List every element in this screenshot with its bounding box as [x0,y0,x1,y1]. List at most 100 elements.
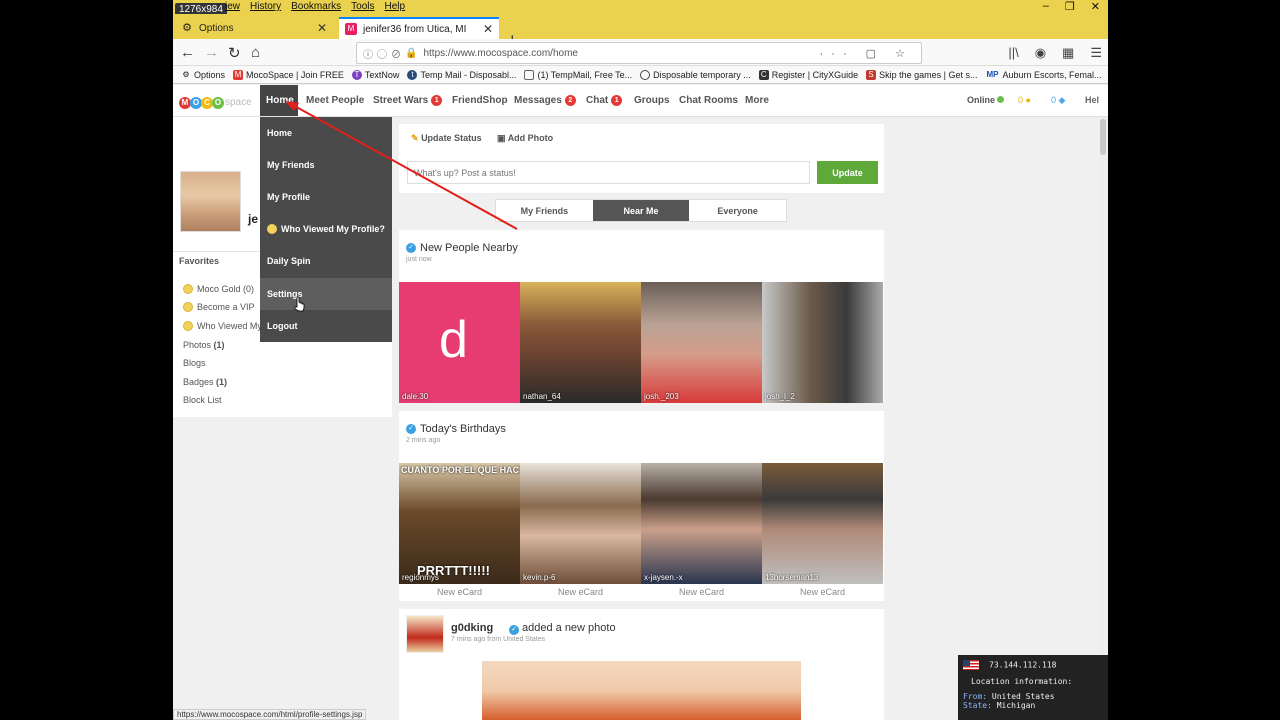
menu-item-home[interactable]: Home [260,117,392,149]
address-bar[interactable]: ⓘ◯⊘ 🔒 https://www.mocospace.com/home ···… [356,42,922,64]
forward-icon[interactable]: → [204,44,219,61]
avatar[interactable] [180,171,241,232]
menu-item-logout[interactable]: Logout [260,310,392,342]
activity-photo[interactable] [482,661,801,720]
nav-home[interactable]: Home [260,85,298,116]
menu-tools[interactable]: Tools [351,1,374,12]
bookmark-disposable[interactable]: Disposable temporary ... [640,69,751,80]
person-tile[interactable]: 13horseman13 [762,463,883,584]
menu-item-my-friends[interactable]: My Friends [260,149,392,181]
menu-view[interactable]: iew [225,1,240,12]
extensions-icon[interactable]: ▦ [1062,45,1074,61]
person-tile[interactable]: x-jaysen.-x [641,463,762,584]
sidebar-item-block-list[interactable]: Block List [183,395,222,405]
tab-my-friends[interactable]: My Friends [496,200,593,221]
update-status-link[interactable]: ✎ Update Status [411,133,482,144]
new-ecard-link[interactable]: New eCard [520,587,641,597]
bookmark-tempmail2[interactable]: (1) TempMail, Free Te... [524,69,633,80]
home-icon[interactable]: ⌂ [251,44,260,61]
new-ecard-link[interactable]: New eCard [399,587,520,597]
add-photo-link[interactable]: ▣ Add Photo [497,133,553,144]
us-flag-icon [963,660,979,670]
person-tile[interactable]: kevin.p-6 [520,463,641,584]
gold-balance[interactable]: 0 ● [1018,95,1031,105]
new-ecard-link[interactable]: New eCard [641,587,762,597]
nav-friendshop[interactable]: FriendShop [452,85,508,116]
card-time: 2 mins ago [406,437,441,444]
gem-balance[interactable]: 0 ◆ [1051,95,1065,106]
person-name: josh._203 [644,392,679,401]
bookmark-textnow[interactable]: T TextNow [351,69,399,80]
menu-item-who-viewed[interactable]: Who Viewed My Profile? [260,213,392,245]
bookmark-label: (1) TempMail, Free Te... [537,69,633,80]
nav-street-wars[interactable]: Street Wars 1 [373,85,443,116]
activity-meta: 7 mins ago from United States [451,636,546,643]
sidebar-item-become-vip[interactable]: Become a VIP [183,302,255,312]
bookmark-cityx[interactable]: C Register | CityXGuide [758,69,858,80]
menu-bookmarks[interactable]: Bookmarks [291,1,341,12]
hamburger-menu-icon[interactable]: ☰ [1090,45,1102,61]
sidebar-item-badges[interactable]: Badges (1) [183,377,227,387]
page-actions-icon[interactable]: ··· ▢ ☆ [820,47,913,60]
minimize-icon[interactable]: – [1043,0,1049,13]
site-info-icon[interactable]: ⓘ◯⊘ [363,46,405,61]
close-icon[interactable]: ✕ [317,21,327,35]
menu-help[interactable]: Help [385,1,406,12]
bookmark-auburn[interactable]: MP Auburn Escorts, Femal... [985,70,1101,80]
bookmark-skip[interactable]: S Skip the games | Get s... [866,69,978,80]
mocospace-logo[interactable]: M O C Ospace [179,94,252,109]
tab-mocospace[interactable]: M jenifer36 from Utica, MI ✕ [339,17,499,39]
username[interactable]: je [248,212,258,226]
sidebar-item-label: Photos [183,340,212,350]
avatar[interactable] [406,615,444,653]
person-tile[interactable]: nathan_64 [520,282,641,403]
online-status[interactable]: Online [967,95,1005,105]
close-window-icon[interactable]: ✕ [1091,0,1100,13]
menu-item-label: Daily Spin [267,256,311,266]
menu-item-daily-spin[interactable]: Daily Spin [260,245,392,277]
library-icon[interactable]: ||\ [1008,45,1018,61]
tab-options[interactable]: ⚙ Options ✕ [175,17,333,39]
menu-item-settings[interactable]: Settings [260,278,392,310]
person-tile[interactable]: josh._203 [641,282,762,403]
reload-icon[interactable]: ↻ [228,44,241,62]
person-tile[interactable]: CUANTO POR EL QUE HACE PRRTTT!!!!! regio… [399,463,520,584]
help-link[interactable]: Hel [1085,95,1099,105]
scrollbar-thumb[interactable] [1100,119,1106,155]
tab-everyone[interactable]: Everyone [689,200,786,221]
bookmark-options[interactable]: ⚙ Options [181,70,225,80]
url-text[interactable]: https://www.mocospace.com/home [423,48,578,59]
person-name: josh_l_2 [765,392,795,401]
nav-messages[interactable]: Messages 2 [514,85,576,116]
restore-icon[interactable]: ❐ [1065,0,1075,13]
back-icon[interactable]: ← [180,44,195,61]
sidebar-item-photos[interactable]: Photos (1) [183,340,225,350]
new-ecard-link[interactable]: New eCard [762,587,883,597]
person-tile[interactable]: d dale.30 [399,282,520,403]
person-tile[interactable]: josh_l_2 [762,282,883,403]
nav-meet-people[interactable]: Meet People [306,85,364,116]
activity-username[interactable]: g0dking [451,622,493,634]
nav-chat-rooms[interactable]: Chat Rooms [679,85,738,116]
account-icon[interactable]: ◉ [1035,45,1046,61]
menu-item-label: Logout [267,321,298,331]
nav-chat[interactable]: Chat 1 [586,85,623,116]
menu-history[interactable]: History [250,1,281,12]
bookmark-mocospace[interactable]: M MocoSpace | Join FREE [233,69,344,80]
person-name: nathan_64 [523,392,561,401]
bookmark-tempmail[interactable]: t Temp Mail - Disposabl... [407,69,516,80]
bookmark-label: MocoSpace | Join FREE [246,69,344,80]
sidebar-item-moco-gold[interactable]: Moco Gold (0) [183,284,254,294]
sidebar-item-who-viewed[interactable]: Who Viewed My [183,321,262,331]
update-button[interactable]: Update [817,161,878,184]
sidebar-item-blogs[interactable]: Blogs [183,358,206,368]
close-icon[interactable]: ✕ [483,22,493,36]
tab-near-me[interactable]: Near Me [592,200,690,221]
bookmark-label: Skip the games | Get s... [879,69,978,80]
page-scrollbar[interactable] [1099,117,1107,720]
nav-more[interactable]: More [745,85,769,116]
menu-item-my-profile[interactable]: My Profile [260,181,392,213]
nav-groups[interactable]: Groups [634,85,670,116]
status-input[interactable] [407,161,810,184]
online-label: Online [967,95,996,105]
